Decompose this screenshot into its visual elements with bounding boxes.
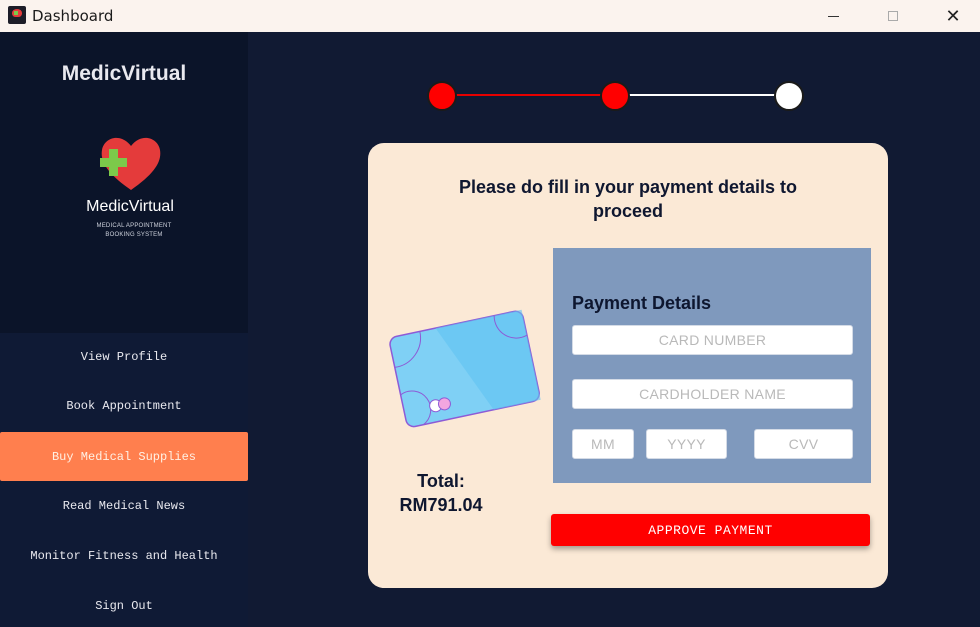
sidebar-item-read-medical-news[interactable]: Read Medical News [0, 481, 248, 530]
sidebar-item-buy-medical-supplies[interactable]: Buy Medical Supplies [0, 432, 248, 481]
close-button[interactable]: ✕ [930, 0, 976, 32]
sidebar-item-sign-out[interactable]: Sign Out [0, 581, 248, 627]
expiry-year-input[interactable] [646, 429, 727, 459]
step-2-indicator [600, 81, 630, 111]
sidebar-item-monitor-fitness[interactable]: Monitor Fitness and Health [0, 531, 248, 580]
window-titlebar: Dashboard ✕ [0, 0, 980, 32]
step-connector-pending [626, 94, 790, 96]
sidebar-item-view-profile[interactable]: View Profile [0, 332, 248, 381]
sidebar-item-book-appointment[interactable]: Book Appointment [0, 381, 248, 430]
logo-name: MedicVirtual [86, 198, 174, 215]
expiry-month-input[interactable] [572, 429, 634, 459]
brand-panel: MedicVirtual MedicVirtual MEDICAL APPOIN… [0, 32, 248, 333]
brand-title: MedicVirtual [61, 62, 187, 85]
logo-subtitle-line1: MEDICAL APPOINTMENT [96, 223, 172, 229]
step-connector-completed [442, 94, 616, 96]
payment-details-title: Payment Details [572, 293, 712, 313]
logo-subtitle-line2: BOOKING SYSTEM [105, 232, 163, 238]
payment-details-form: Payment Details [553, 248, 871, 483]
sidebar: MedicVirtual MedicVirtual MEDICAL APPOIN… [0, 32, 248, 627]
payment-heading: Please do fill in your payment details t… [458, 177, 798, 221]
minimize-button[interactable] [810, 0, 856, 32]
window-title: Dashboard [32, 7, 114, 25]
step-1-indicator [427, 81, 457, 111]
total-value: RM791.04 [399, 495, 483, 515]
heart-cross-logo-icon [100, 137, 161, 190]
minimize-icon [827, 15, 839, 17]
card-number-input[interactable] [572, 325, 853, 355]
app-icon [8, 6, 26, 24]
approve-payment-button[interactable]: APPROVE PAYMENT [551, 514, 870, 546]
close-icon: ✕ [945, 5, 961, 27]
maximize-icon [888, 11, 898, 21]
cvv-input[interactable] [754, 429, 853, 459]
logo-subtitle: MEDICAL APPOINTMENT BOOKING SYSTEM [0, 222, 268, 240]
total-label: Total: [417, 471, 465, 491]
maximize-button[interactable] [870, 0, 916, 32]
cardholder-name-input[interactable] [572, 379, 853, 409]
payment-panel: Please do fill in your payment details t… [368, 143, 888, 588]
step-3-indicator [774, 81, 804, 111]
progress-stepper [426, 80, 806, 112]
order-total: Total: RM791.04 [388, 469, 494, 517]
credit-card-icon [389, 309, 541, 428]
